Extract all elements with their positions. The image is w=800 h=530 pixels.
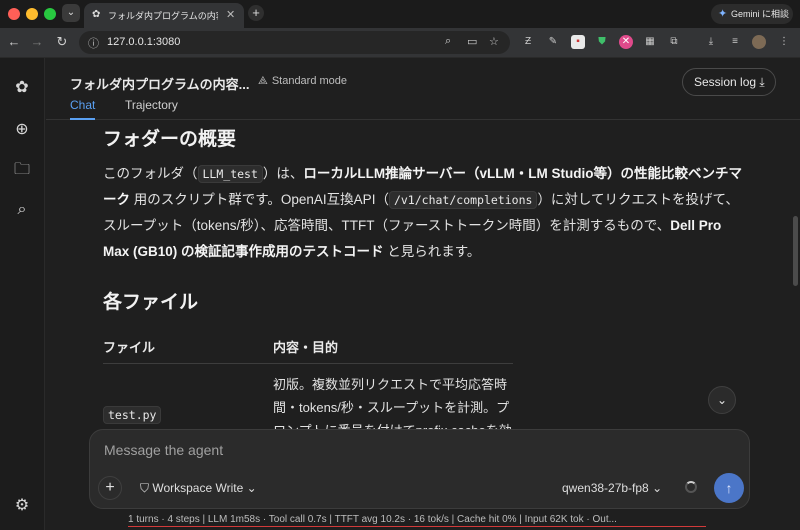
- extension-red-icon[interactable]: ▪: [571, 35, 585, 49]
- scroll-to-bottom-button[interactable]: ⌄: [708, 386, 736, 414]
- settings-gear-icon[interactable]: ⚙: [12, 496, 32, 516]
- inline-code-folder: LLM_test: [197, 165, 263, 183]
- gemini-button-label: Gemini に相談: [731, 9, 790, 19]
- shield-icon: ⛉: [140, 481, 153, 495]
- model-select[interactable]: qwen38-27b-fp8 ⌄: [562, 481, 662, 495]
- app-logo-icon[interactable]: ✿: [12, 78, 32, 98]
- media-icon[interactable]: ≡: [728, 35, 742, 49]
- url-text: 127.0.0.1:3080: [107, 36, 181, 48]
- extension-shield-icon[interactable]: ⛊: [595, 35, 609, 49]
- arrow-up-icon: ↑: [725, 480, 733, 496]
- browser-menu-icon[interactable]: ⋮: [777, 35, 791, 49]
- paragraph-text: 用のスクリプト群です。OpenAI互換API（: [130, 192, 389, 207]
- gemini-sparkle-icon: ✦: [718, 8, 728, 20]
- extension-z-icon[interactable]: Ƶ: [521, 35, 535, 49]
- new-chat-plus-icon[interactable]: ⊕: [12, 120, 32, 140]
- app-sidebar: ✿ ⊕ 🗀 ⌕ ⚙: [0, 58, 45, 530]
- extension-grid-icon[interactable]: ▦: [643, 35, 657, 49]
- tab-chat[interactable]: Chat: [70, 98, 95, 120]
- tab-search-chevron-icon[interactable]: ⌄: [62, 4, 80, 22]
- new-folder-icon[interactable]: 🗀: [12, 160, 32, 180]
- workspace-permission-select[interactable]: ⛉ Workspace Write ⌄: [140, 481, 257, 496]
- section-title-files: 各ファイル: [103, 292, 199, 313]
- session-log-button[interactable]: Session log ⤓: [682, 68, 776, 96]
- tab-trajectory[interactable]: Trajectory: [125, 98, 178, 120]
- gemini-button[interactable]: ✦ Gemini に相談: [711, 4, 793, 24]
- tab-close-icon[interactable]: ✕: [226, 8, 235, 21]
- cast-icon[interactable]: ▭: [467, 35, 477, 48]
- download-icon: ⤓: [759, 75, 765, 89]
- session-log-label: Session log: [694, 75, 757, 89]
- extensions-puzzle-icon[interactable]: ⧉: [667, 35, 681, 49]
- content-scrollbar[interactable]: [793, 216, 798, 286]
- reload-icon[interactable]: ↻: [54, 34, 70, 50]
- app-logo-icon: ✿: [92, 9, 101, 20]
- table-header-file: ファイル: [103, 340, 156, 355]
- zoom-icon[interactable]: ⌕: [445, 35, 451, 48]
- browser-toolbar: ← → ↻ ⓘ 127.0.0.1:3080 ⌕ ▭ ☆ Ƶ ✎ ▪ ⛊ ✕ ▦…: [0, 28, 800, 58]
- attach-plus-button[interactable]: +: [98, 476, 122, 500]
- profile-avatar[interactable]: [752, 35, 766, 49]
- window-zoom-button[interactable]: [44, 8, 56, 20]
- address-bar[interactable]: ⓘ 127.0.0.1:3080 ⌕ ▭ ☆: [79, 31, 510, 54]
- workspace-label: Workspace Write: [152, 481, 244, 495]
- table-header-purpose: 内容・目的: [273, 340, 339, 355]
- site-info-icon[interactable]: ⓘ: [88, 35, 99, 51]
- chevron-down-icon: ⌄: [243, 481, 257, 495]
- inline-code-endpoint: /v1/chat/completions: [388, 191, 538, 209]
- browser-tab-strip: ⌄ ✿ フォルダ内プログラムの内容と目 ✕ + ✦ Gemini に相談: [0, 0, 800, 28]
- chevron-down-icon: ⌄: [648, 481, 663, 495]
- extension-pencil-icon[interactable]: ✎: [546, 35, 560, 49]
- mode-icon: ⟁: [258, 75, 268, 87]
- browser-tab-title: フォルダ内プログラムの内容と目: [108, 11, 218, 21]
- message-input[interactable]: [104, 442, 704, 458]
- back-arrow-icon[interactable]: ←: [6, 34, 22, 49]
- status-bar: 1 turns · 4 steps | LLM 1m58s · Tool cal…: [128, 514, 617, 525]
- browser-tab[interactable]: ✿ フォルダ内プログラムの内容と目 ✕: [84, 3, 244, 28]
- model-label: qwen38-27b-fp8: [562, 481, 649, 495]
- download-icon[interactable]: ⤓: [704, 35, 718, 49]
- new-tab-button[interactable]: +: [248, 5, 264, 21]
- table-header-divider: [103, 363, 513, 364]
- status-bar-underline: [128, 526, 706, 527]
- mode-label: Standard mode: [271, 75, 348, 87]
- forward-arrow-icon[interactable]: →: [29, 34, 45, 49]
- search-icon[interactable]: ⌕: [12, 200, 32, 220]
- chevron-down-icon: ⌄: [716, 393, 728, 407]
- window-minimize-button[interactable]: [26, 8, 38, 20]
- section-title-overview: フォダーの概要: [103, 129, 237, 150]
- table-cell-file: test.py: [103, 406, 162, 424]
- conversation-title: フォルダ内プログラムの内容...: [70, 77, 250, 92]
- mode-indicator: ⟁ Standard mode: [258, 75, 347, 88]
- loading-spinner-icon: [685, 481, 697, 493]
- paragraph-text: このフォルダ（: [103, 166, 198, 181]
- paragraph-text: ）は、: [262, 166, 304, 181]
- send-button[interactable]: ↑: [714, 473, 744, 503]
- overview-paragraph: このフォルダ（ LLM_test ）は、ローカルLLM推論サーバー（vLLM・LM …: [103, 161, 743, 265]
- extension-pink-icon[interactable]: ✕: [619, 35, 633, 49]
- message-composer: + ⛉ Workspace Write ⌄ qwen38-27b-fp8 ⌄ ↑: [89, 429, 750, 509]
- window-close-button[interactable]: [8, 8, 20, 20]
- paragraph-text: と見られます。: [383, 244, 481, 259]
- conversation-header: フォルダ内プログラムの内容... ⟁ Standard mode Chat Tra…: [46, 58, 800, 120]
- bookmark-star-icon[interactable]: ☆: [489, 35, 499, 48]
